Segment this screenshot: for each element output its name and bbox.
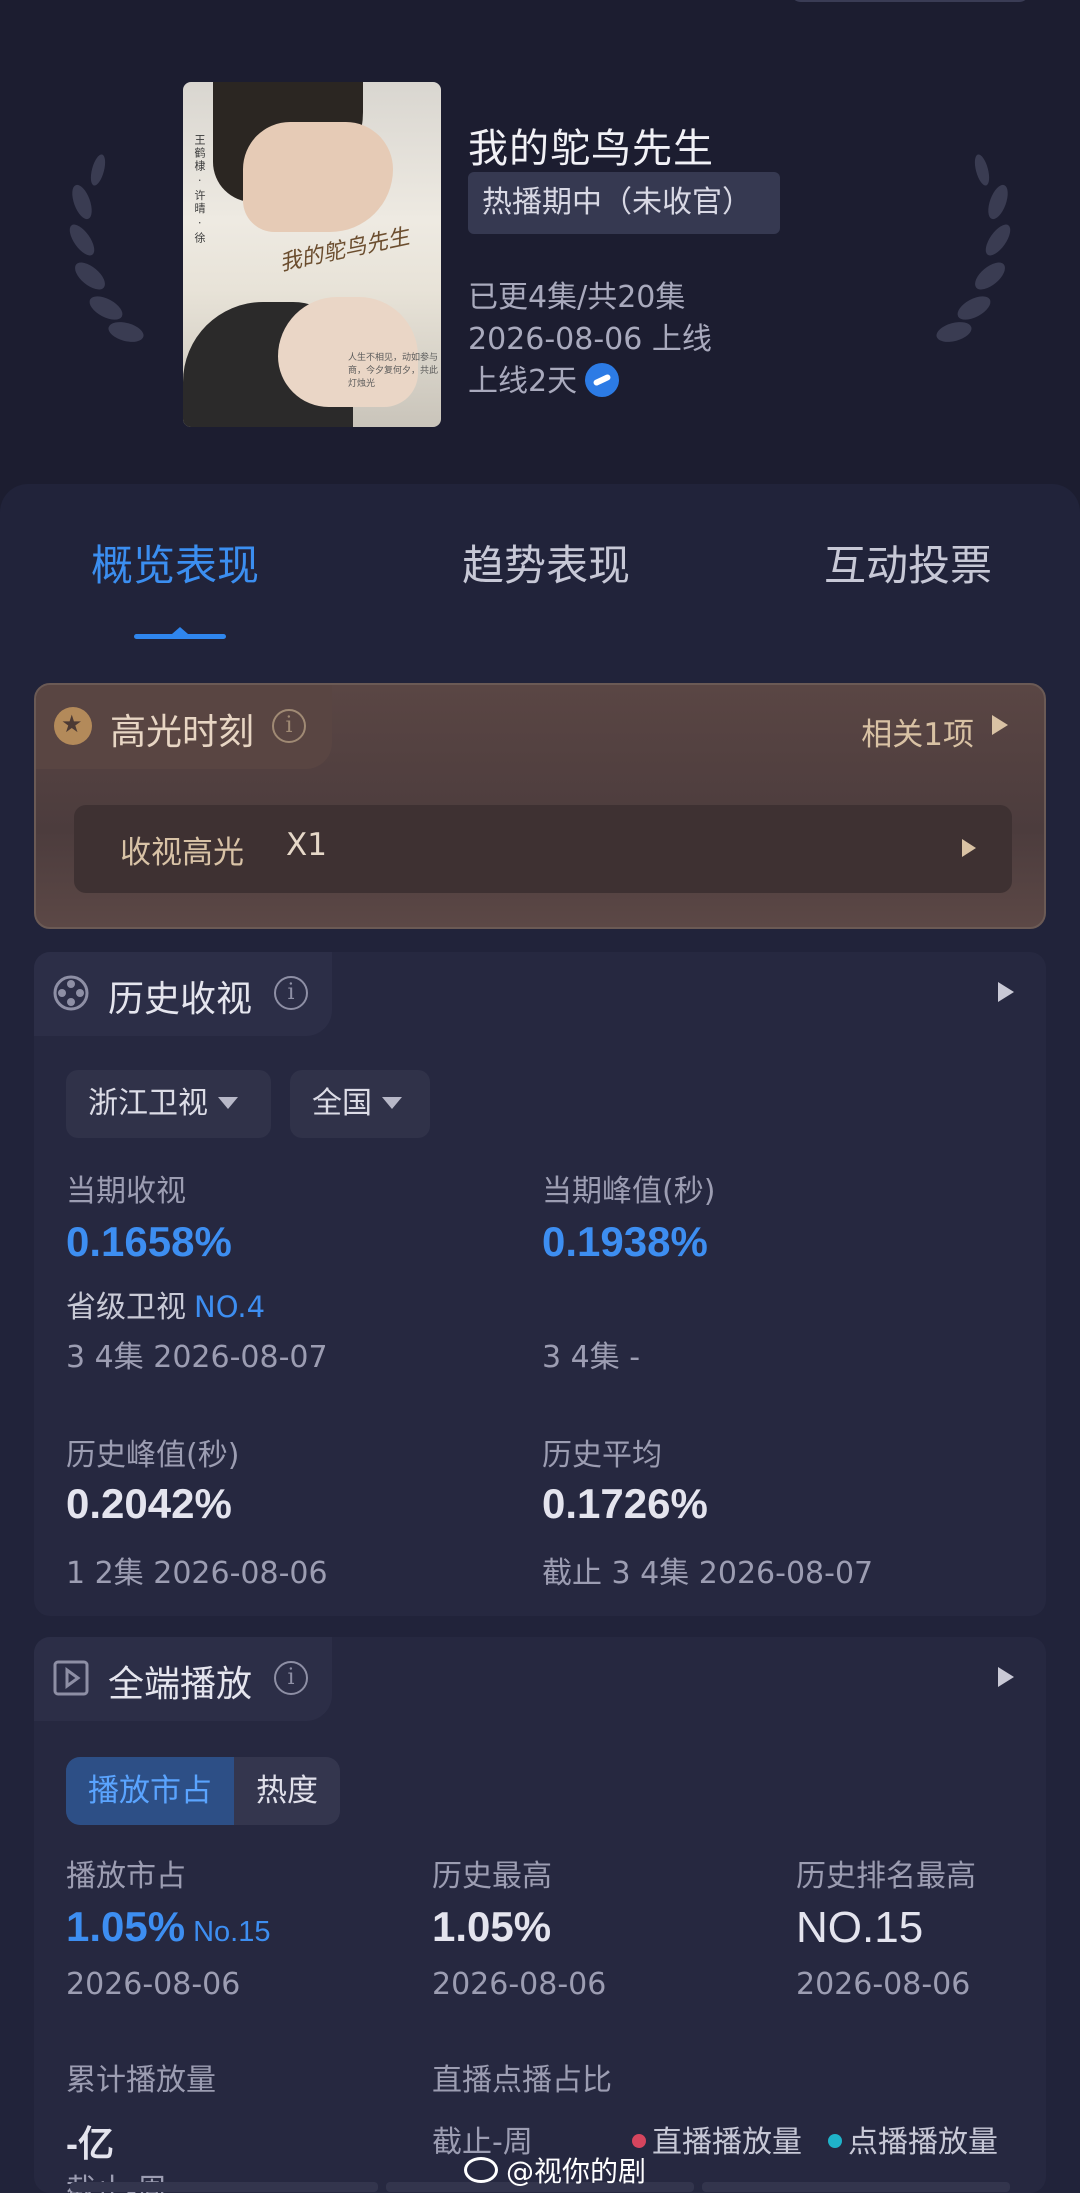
days-online-row: 上线2天 — [468, 356, 620, 400]
watermark-text: @视你的剧 — [506, 2155, 647, 2188]
highlight-row-label: 收视高光 — [120, 835, 244, 871]
play-arrow-icon[interactable] — [992, 715, 1008, 735]
highlight-row[interactable]: 收视高光 X1 — [74, 805, 1012, 893]
current-rating-value: 0.1658% — [66, 1218, 232, 1265]
poster-tagline: 人生不相见，动如参与商，今夕复何夕，共此灯烛光 — [348, 353, 439, 389]
weibo-icon — [464, 2157, 498, 2183]
video-play-icon — [53, 1660, 89, 1696]
rank-high-value: NO.15 — [796, 1903, 924, 1952]
play-arrow-icon[interactable] — [998, 982, 1014, 1002]
channel-filter-value: 浙江卫视 — [88, 1086, 208, 1121]
rank-high-date: 2026-08-06 — [796, 1967, 971, 2002]
segment-heat[interactable]: 热度 — [234, 1757, 340, 1825]
highlight-row-value: X1 — [286, 827, 327, 863]
playback-title: 全端播放 — [108, 1664, 253, 1705]
poster-figure — [243, 122, 393, 232]
info-icon[interactable]: i — [272, 709, 306, 743]
region-filter-value: 全国 — [312, 1086, 372, 1121]
premiere-date: 2026-08-06 上线 — [468, 322, 712, 357]
share-date: 2026-08-06 — [66, 1967, 241, 2002]
current-rank-label: 省级卫视 — [66, 1290, 186, 1325]
hist-high-date: 2026-08-06 — [432, 1967, 607, 2002]
share-value: 1.05% — [66, 1903, 186, 1950]
legend-dot-vod — [828, 2133, 842, 2148]
star-badge-icon — [54, 707, 92, 745]
status-badge: 热播期中（未收官） — [468, 172, 780, 234]
laurel-right-icon — [936, 154, 1011, 342]
poster-credits: 王鹤棣 · 许晴 · 徐 — [193, 134, 206, 245]
playback-segment-control: 播放市占 热度 — [66, 1757, 340, 1825]
days-online: 上线2天 — [468, 364, 578, 399]
hist-peak-label: 历史峰值(秒) — [66, 1438, 240, 1473]
highlight-related-link[interactable]: 相关1项 — [861, 709, 974, 754]
chevron-down-icon — [218, 1096, 238, 1109]
peak-rating-value: 0.1938% — [542, 1218, 708, 1265]
highlight-card: 高光时刻 i 相关1项 收视高光 X1 — [34, 683, 1046, 929]
highlight-title: 高光时刻 — [110, 712, 255, 753]
chevron-down-icon — [382, 1096, 402, 1109]
hist-peak-value: 0.2042% — [66, 1480, 232, 1527]
legend-vod: 点播播放量 — [828, 2117, 998, 2161]
share-label: 播放市占 — [66, 1859, 186, 1894]
peak-rating-label: 当期峰值(秒) — [542, 1174, 716, 1209]
legend-live-label: 直播播放量 — [652, 2125, 802, 2160]
weibo-watermark: @视你的剧 — [464, 2150, 646, 2190]
ratings-title: 历史收视 — [108, 979, 253, 1020]
laurel-left-icon — [69, 154, 144, 342]
info-icon[interactable]: i — [274, 976, 308, 1010]
ratings-card: 历史收视 i 浙江卫视 全国 当期收视 0.1658% 省级卫视 NO.4 3 4… — [34, 952, 1046, 1616]
tab-vote[interactable]: 互动投票 — [824, 532, 992, 593]
play-arrow-icon[interactable] — [998, 1667, 1014, 1687]
peak-rating-sub: 3 4集 - — [542, 1340, 641, 1375]
info-icon[interactable]: i — [274, 1661, 308, 1695]
hist-avg-sub: 截止 3 4集 2026-08-07 — [542, 1556, 874, 1591]
tab-overview[interactable]: 概览表现 — [91, 532, 259, 593]
legend-dot-live — [632, 2133, 646, 2148]
hist-peak-sub: 1 2集 2026-08-06 — [66, 1556, 328, 1591]
show-title: 我的鸵鸟先生 — [468, 126, 714, 172]
current-rating-sub: 3 4集 2026-08-07 — [66, 1340, 328, 1375]
current-rating-label: 当期收视 — [66, 1174, 186, 1209]
zhejiang-tv-icon[interactable] — [585, 362, 620, 397]
playback-card: 全端播放 i 播放市占 热度 播放市占 1.05% No.15 2026-08-0… — [34, 1637, 1046, 2193]
episode-count: 已更4集/共20集 — [468, 280, 686, 315]
share-value-row: 1.05% No.15 — [66, 1903, 270, 1951]
tab-indicator — [134, 627, 226, 639]
channel-filter[interactable]: 浙江卫视 — [66, 1070, 271, 1138]
cumulative-label: 累计播放量 — [66, 2063, 216, 2098]
ratio-label: 直播点播占比 — [432, 2063, 612, 2098]
hist-avg-label: 历史平均 — [542, 1438, 662, 1473]
show-poster[interactable]: 王鹤棣 · 许晴 · 徐 我的鸵鸟先生 人生不相见，动如参与商，今夕复何夕，共此… — [183, 82, 441, 427]
current-rank: 省级卫视 NO.4 — [66, 1282, 265, 1326]
segment-market-share[interactable]: 播放市占 — [66, 1757, 234, 1825]
tab-trend[interactable]: 趋势表现 — [462, 532, 630, 593]
film-reel-icon — [53, 975, 89, 1011]
top-pill — [790, 0, 1030, 2]
region-filter[interactable]: 全国 — [290, 1070, 430, 1138]
rank-high-label: 历史排名最高 — [796, 1859, 976, 1894]
play-arrow-icon — [962, 839, 976, 857]
legend-live: 直播播放量 — [632, 2117, 802, 2161]
share-rank: No.15 — [193, 1916, 271, 1948]
hist-avg-value: 0.1726% — [542, 1480, 708, 1527]
hist-high-value: 1.05% — [432, 1903, 552, 1950]
current-rank-value: NO.4 — [194, 1290, 266, 1324]
cumulative-value: -亿 — [66, 2123, 114, 2164]
legend-vod-label: 点播播放量 — [848, 2125, 998, 2160]
hist-high-label: 历史最高 — [432, 1859, 552, 1894]
